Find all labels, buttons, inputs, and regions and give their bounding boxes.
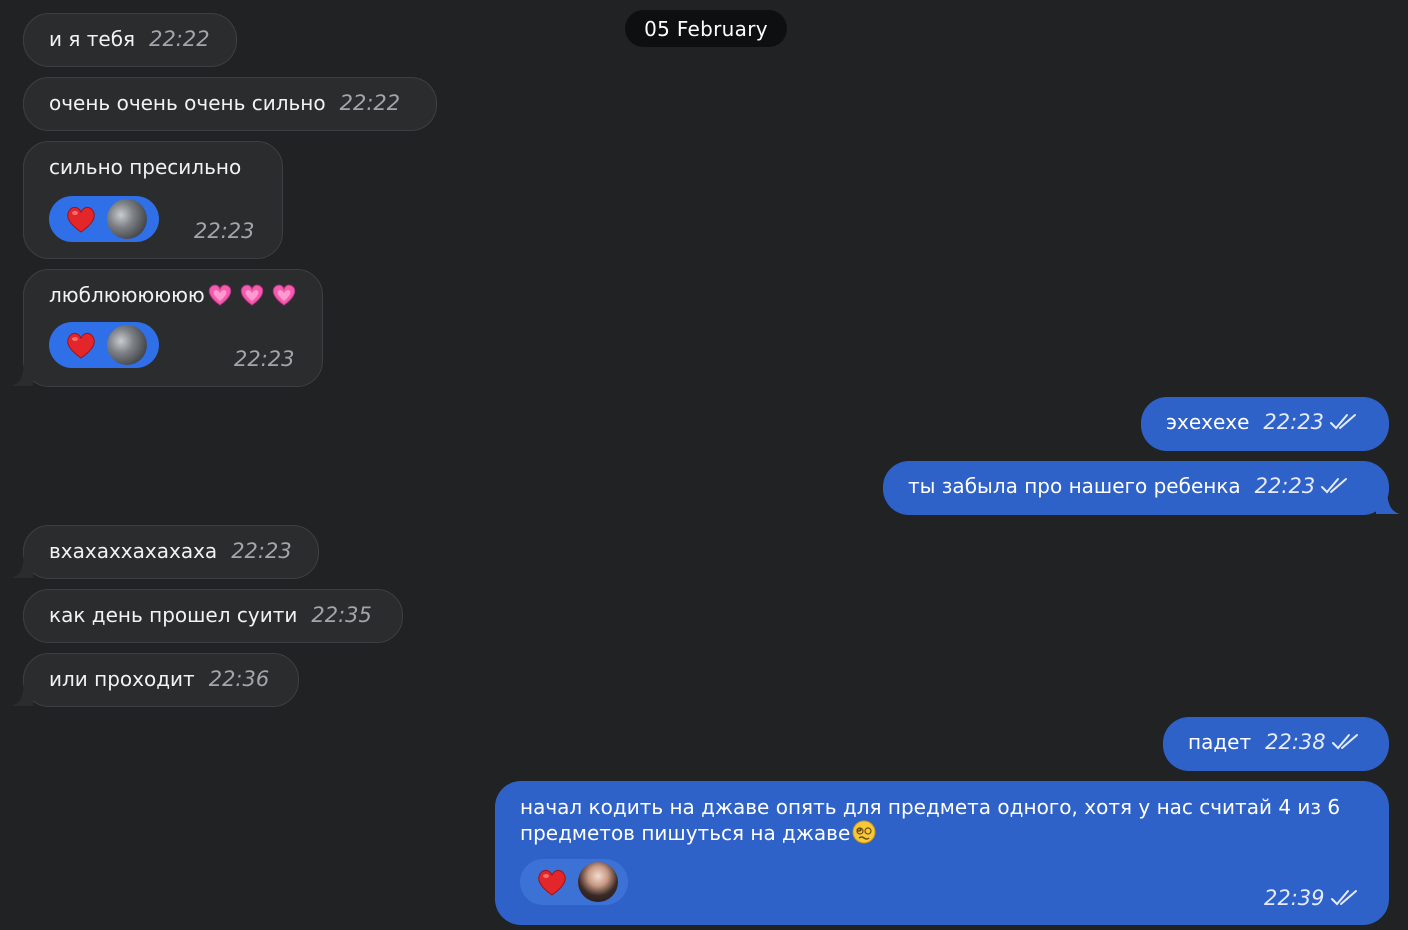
bubble-tail bbox=[11, 684, 33, 706]
pink-heart-icon bbox=[207, 283, 233, 307]
message-time: 22:36 bbox=[208, 667, 270, 691]
message-text-line: предметов пишуться на джаве bbox=[520, 821, 851, 845]
bubble-tail bbox=[11, 556, 33, 578]
outgoing-message[interactable]: падет 22:38 bbox=[1163, 717, 1389, 771]
message-time: 22:23 bbox=[231, 539, 292, 563]
outgoing-message[interactable]: ты забыла про нашего ребенка 22:23 bbox=[883, 461, 1389, 515]
incoming-message[interactable]: и я тебя 22:22 bbox=[23, 13, 237, 67]
avatar bbox=[107, 199, 147, 239]
message-text: ты забыла про нашего ребенка bbox=[908, 474, 1241, 498]
message-time: 22:23 bbox=[1263, 410, 1324, 434]
message-text: падет bbox=[1188, 730, 1252, 754]
bubble-tail bbox=[1376, 492, 1400, 514]
message-time: 22:39 bbox=[1264, 886, 1325, 910]
incoming-message[interactable]: очень очень очень сильно 22:22 bbox=[23, 77, 437, 131]
message-time: 22:22 bbox=[339, 91, 401, 115]
incoming-message[interactable]: люблюююююю 22:23 bbox=[23, 269, 323, 387]
message-text: люблюююююю bbox=[49, 283, 205, 307]
bubble-tail bbox=[11, 364, 33, 386]
incoming-message[interactable]: сильно пресильно 22:23 bbox=[23, 141, 283, 259]
reaction-pill[interactable] bbox=[520, 859, 628, 905]
incoming-message[interactable]: вхахаххахахаха 22:23 bbox=[23, 525, 319, 579]
message-time: 22:22 bbox=[149, 27, 210, 51]
read-checkmarks-icon bbox=[1320, 476, 1350, 496]
incoming-message[interactable]: как день прошел суити 22:35 bbox=[23, 589, 403, 643]
message-text: и я тебя bbox=[49, 27, 136, 51]
avatar bbox=[578, 862, 618, 902]
message-time: 22:23 bbox=[1254, 474, 1316, 498]
reaction-pill[interactable] bbox=[49, 196, 159, 242]
message-text: очень очень очень сильно bbox=[49, 91, 326, 115]
message-text-line: начал кодить на джаве опять для предмета… bbox=[520, 795, 1341, 819]
date-separator: 05 February bbox=[625, 10, 787, 47]
heart-icon bbox=[65, 330, 97, 360]
pink-heart-icon bbox=[239, 283, 265, 307]
message-text: или проходит bbox=[49, 667, 195, 691]
outgoing-message[interactable]: эхехехе 22:23 bbox=[1141, 397, 1389, 451]
message-time: 22:23 bbox=[194, 219, 255, 243]
message-text: вхахаххахахаха bbox=[49, 539, 218, 563]
message-text: сильно пресильно bbox=[49, 155, 242, 179]
outgoing-message[interactable]: начал кодить на джаве опять для предмета… bbox=[495, 781, 1389, 925]
heart-icon bbox=[65, 204, 97, 234]
heart-icon bbox=[536, 867, 568, 897]
pink-heart-icon bbox=[271, 283, 297, 307]
avatar bbox=[107, 325, 147, 365]
incoming-message[interactable]: или проходит 22:36 bbox=[23, 653, 299, 707]
read-checkmarks-icon bbox=[1329, 412, 1359, 432]
message-text: как день прошел суити bbox=[49, 603, 298, 627]
reaction-pill[interactable] bbox=[49, 322, 159, 368]
message-time: 22:23 bbox=[234, 347, 295, 371]
message-text: эхехехе bbox=[1166, 410, 1250, 434]
read-checkmarks-icon bbox=[1330, 888, 1360, 908]
read-checkmarks-icon bbox=[1331, 732, 1361, 752]
message-time: 22:35 bbox=[311, 603, 372, 627]
message-time: 22:38 bbox=[1265, 730, 1326, 754]
woozy-face-icon bbox=[852, 820, 876, 844]
